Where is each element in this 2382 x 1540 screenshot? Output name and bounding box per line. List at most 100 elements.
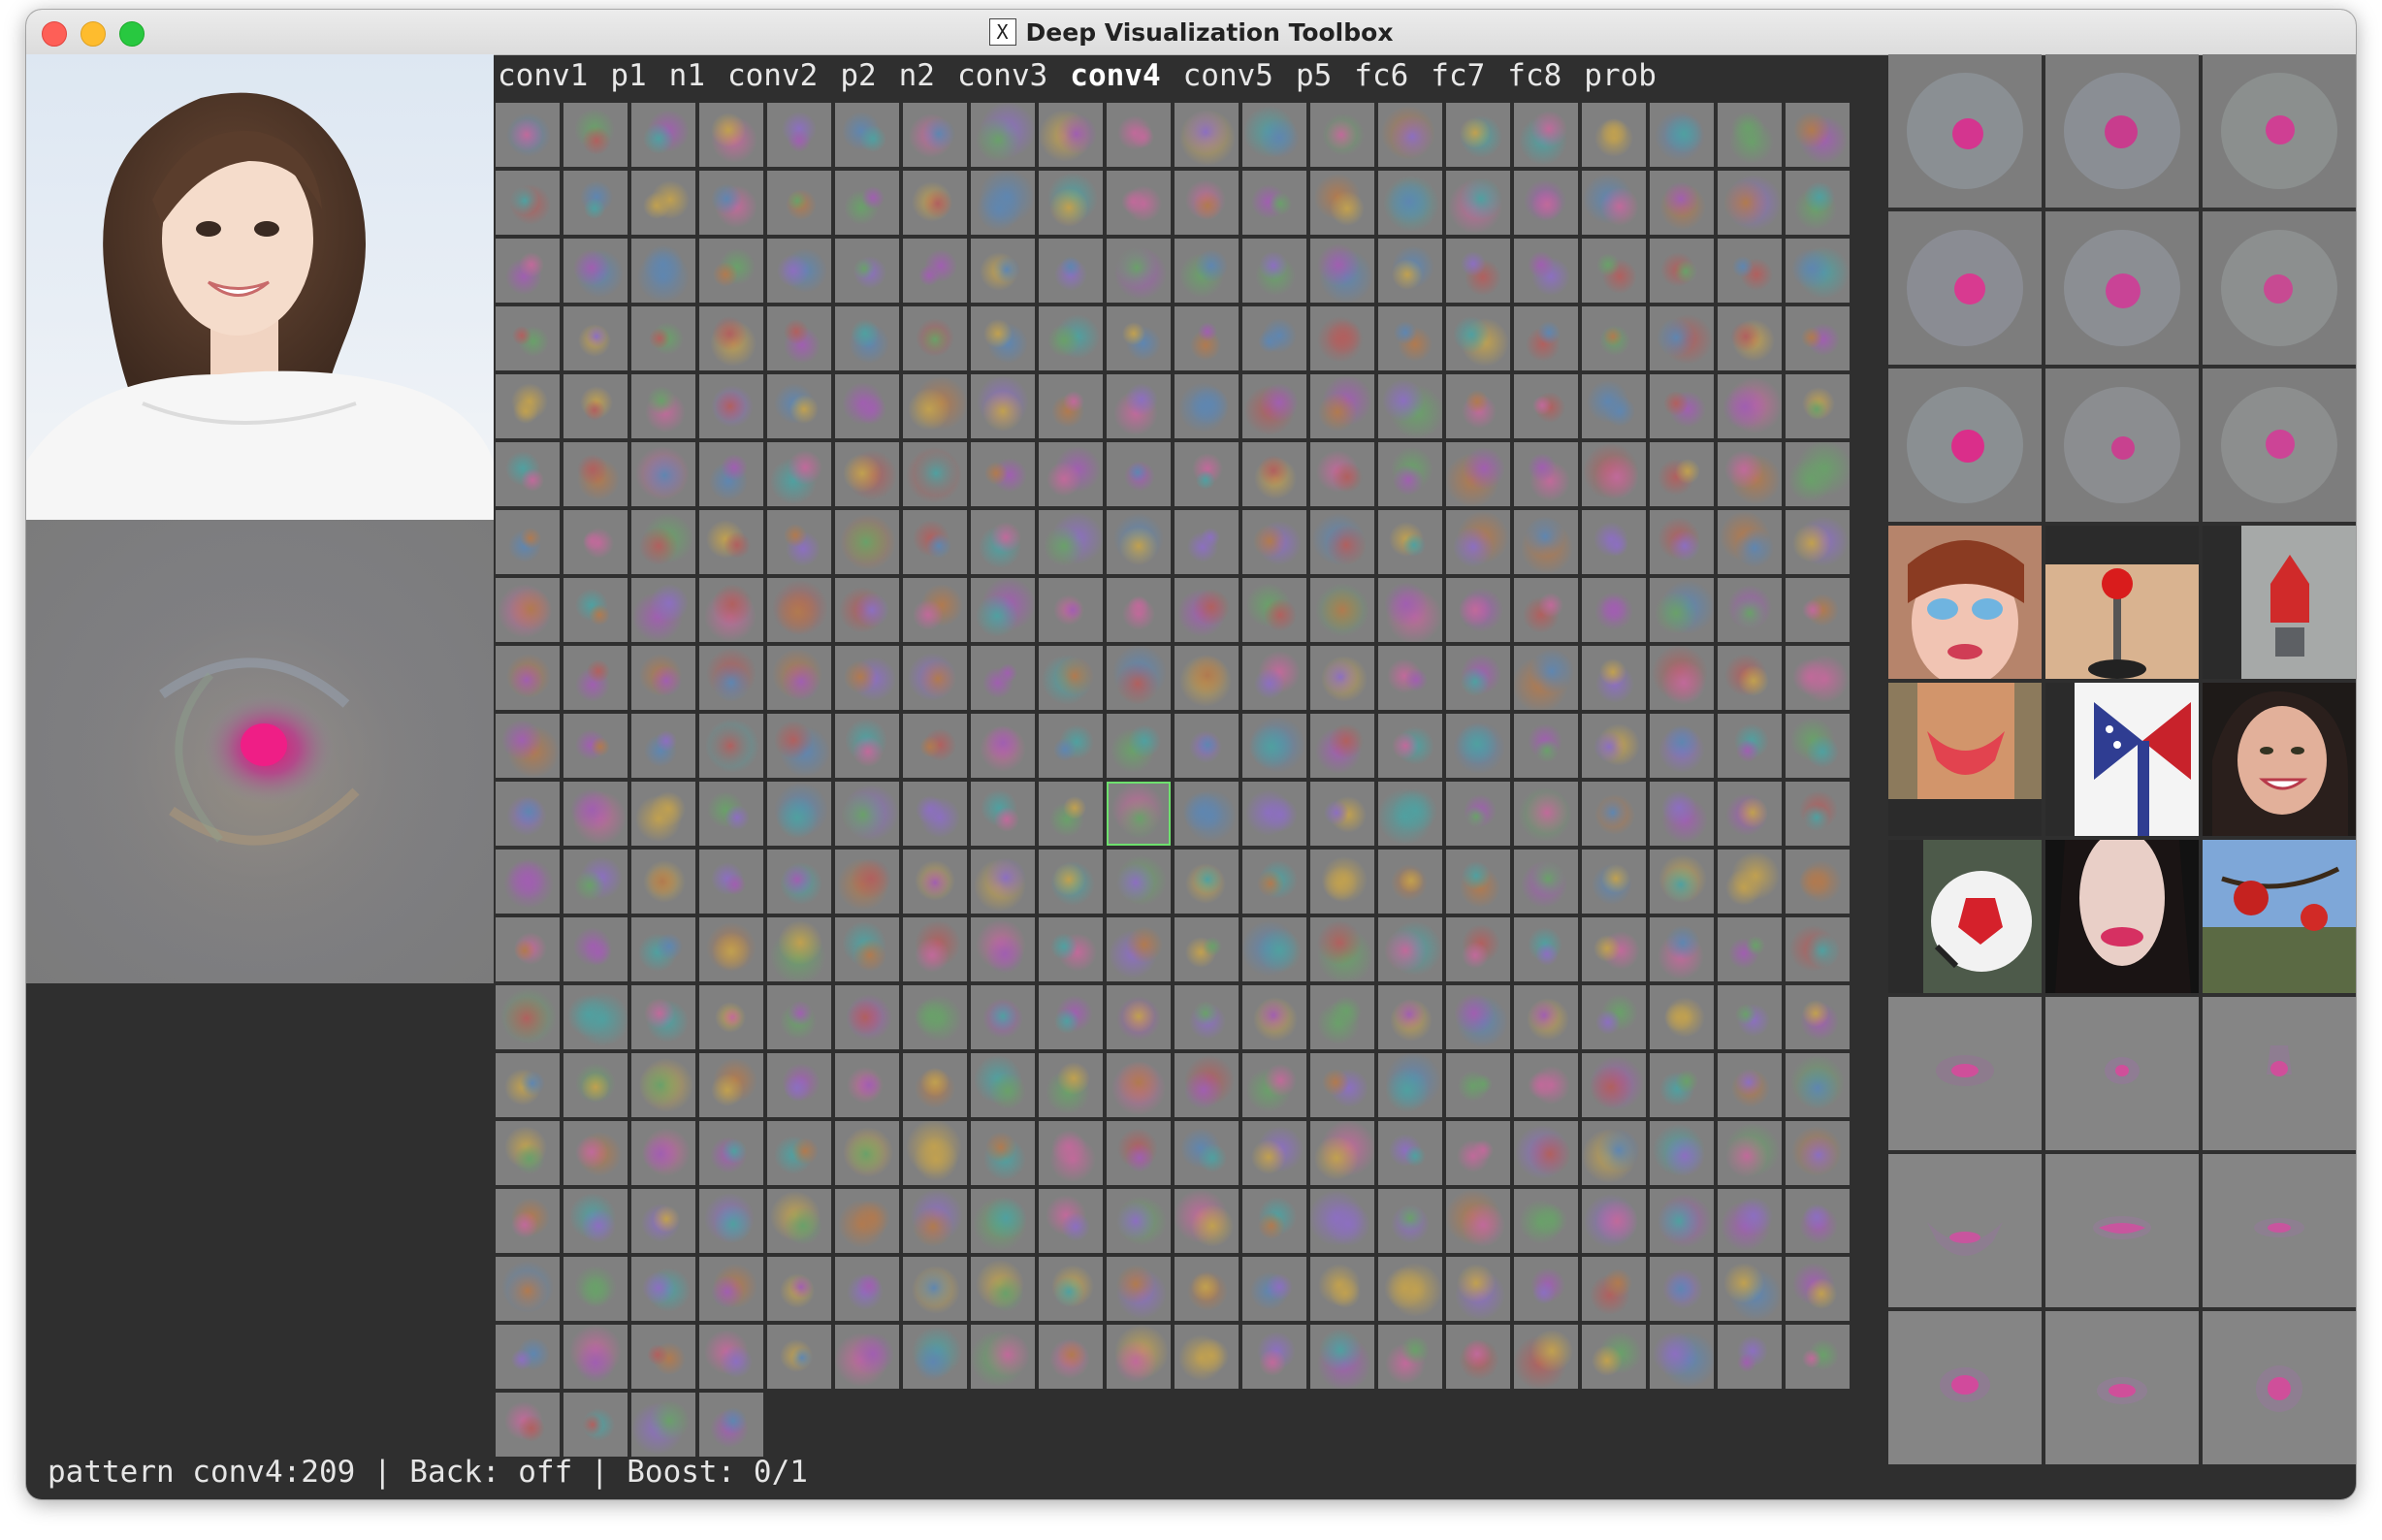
unit-cell[interactable]	[835, 1257, 899, 1321]
unit-cell[interactable]	[1175, 1053, 1239, 1117]
unit-cell[interactable]	[699, 917, 763, 981]
unit-cell[interactable]	[1650, 714, 1714, 778]
unit-cell[interactable]	[1107, 442, 1171, 506]
unit-cell[interactable]	[1378, 646, 1442, 710]
unit-cell[interactable]	[1446, 306, 1510, 370]
unit-cell[interactable]	[1514, 1257, 1578, 1321]
unit-cell[interactable]	[1718, 103, 1782, 167]
unit-cell[interactable]	[1514, 1325, 1578, 1389]
unit-cell[interactable]	[1514, 510, 1578, 574]
unit-cell[interactable]	[1514, 1053, 1578, 1117]
unit-cell[interactable]	[1718, 171, 1782, 235]
unit-cell[interactable]	[971, 1257, 1035, 1321]
unit-cell[interactable]	[1378, 374, 1442, 438]
unit-cell[interactable]	[1039, 1257, 1103, 1321]
unit-cell[interactable]	[1175, 985, 1239, 1049]
unit-cell[interactable]	[971, 442, 1035, 506]
unit-cell[interactable]	[971, 917, 1035, 981]
unit-cell[interactable]	[1718, 1121, 1782, 1185]
unit-cell[interactable]	[903, 306, 967, 370]
unit-cell[interactable]	[563, 985, 628, 1049]
unit-cell[interactable]	[1650, 306, 1714, 370]
unit-cell[interactable]	[1378, 1325, 1442, 1389]
unit-cell[interactable]	[971, 171, 1035, 235]
unit-cell[interactable]	[1786, 1053, 1850, 1117]
unit-cell[interactable]	[1039, 714, 1103, 778]
unit-cell[interactable]	[1175, 171, 1239, 235]
unit-cell[interactable]	[1582, 510, 1646, 574]
unit-cell[interactable]	[903, 917, 967, 981]
unit-cell[interactable]	[1310, 1053, 1374, 1117]
unit-cell[interactable]	[699, 510, 763, 574]
unit-cell[interactable]	[1582, 171, 1646, 235]
unit-cell[interactable]	[767, 1189, 831, 1253]
unit-cell[interactable]	[1446, 1257, 1510, 1321]
unit-cell[interactable]	[903, 239, 967, 303]
unit-cell[interactable]	[1107, 510, 1171, 574]
unit-cell[interactable]	[1310, 1325, 1374, 1389]
unit-cell[interactable]	[1718, 442, 1782, 506]
unit-cell[interactable]	[1039, 510, 1103, 574]
unit-cell[interactable]	[1514, 850, 1578, 914]
unit-cell[interactable]	[1242, 1257, 1306, 1321]
unit-cell[interactable]	[563, 782, 628, 846]
unit-cell[interactable]	[1786, 1189, 1850, 1253]
unit-cell[interactable]	[1378, 510, 1442, 574]
unit-cell[interactable]	[1310, 850, 1374, 914]
unit-cell[interactable]	[631, 1257, 695, 1321]
unit-cell[interactable]	[1378, 306, 1442, 370]
unit-cell[interactable]	[1718, 1189, 1782, 1253]
unit-cell[interactable]	[1039, 578, 1103, 642]
unit-cell[interactable]	[1242, 917, 1306, 981]
unit-cell[interactable]	[1514, 714, 1578, 778]
unit-cell[interactable]	[699, 985, 763, 1049]
unit-cell[interactable]	[1175, 510, 1239, 574]
unit-cell[interactable]	[496, 714, 560, 778]
unit-cell[interactable]	[1107, 171, 1171, 235]
unit-cell[interactable]	[1175, 1257, 1239, 1321]
unit-cell[interactable]	[1650, 1189, 1714, 1253]
unit-cell[interactable]	[563, 103, 628, 167]
unit-cell[interactable]	[1582, 1325, 1646, 1389]
unit-cell[interactable]	[1514, 985, 1578, 1049]
unit-cell[interactable]	[1718, 714, 1782, 778]
unit-cell[interactable]	[1175, 1121, 1239, 1185]
unit-cell[interactable]	[496, 442, 560, 506]
unit-cell[interactable]	[1175, 782, 1239, 846]
unit-cell[interactable]	[1786, 1257, 1850, 1321]
unit-cell[interactable]	[1107, 646, 1171, 710]
unit-cell[interactable]	[835, 917, 899, 981]
unit-cell[interactable]	[1107, 985, 1171, 1049]
unit-cell[interactable]	[1582, 646, 1646, 710]
layer-conv4[interactable]: conv4	[1070, 58, 1160, 93]
unit-cell[interactable]	[496, 1325, 560, 1389]
unit-cell[interactable]	[631, 442, 695, 506]
unit-cell[interactable]	[903, 578, 967, 642]
layer-fc6[interactable]: fc6	[1354, 58, 1408, 93]
unit-cell[interactable]	[563, 1257, 628, 1321]
unit-cell[interactable]	[631, 782, 695, 846]
unit-cell[interactable]	[1786, 782, 1850, 846]
unit-cell[interactable]	[699, 1053, 763, 1117]
unit-cell[interactable]	[1650, 985, 1714, 1049]
unit-cell[interactable]	[631, 171, 695, 235]
unit-cell[interactable]	[1039, 1189, 1103, 1253]
unit-cell[interactable]	[903, 850, 967, 914]
unit-cell[interactable]	[1039, 442, 1103, 506]
unit-cell[interactable]	[971, 306, 1035, 370]
unit-cell[interactable]	[1242, 510, 1306, 574]
unit-cell[interactable]	[1786, 850, 1850, 914]
unit-cell[interactable]	[496, 171, 560, 235]
unit-cell[interactable]	[563, 1189, 628, 1253]
unit-cell[interactable]	[835, 306, 899, 370]
unit-cell[interactable]	[1718, 646, 1782, 710]
unit-cell[interactable]	[1378, 782, 1442, 846]
unit-cell[interactable]	[1582, 985, 1646, 1049]
unit-cell[interactable]	[1650, 1053, 1714, 1117]
unit-cell[interactable]	[1514, 1121, 1578, 1185]
unit-cell[interactable]	[563, 1121, 628, 1185]
unit-cell[interactable]	[1650, 171, 1714, 235]
layer-conv1[interactable]: conv1	[498, 58, 588, 93]
unit-cell[interactable]	[1514, 374, 1578, 438]
unit-cell[interactable]	[631, 510, 695, 574]
